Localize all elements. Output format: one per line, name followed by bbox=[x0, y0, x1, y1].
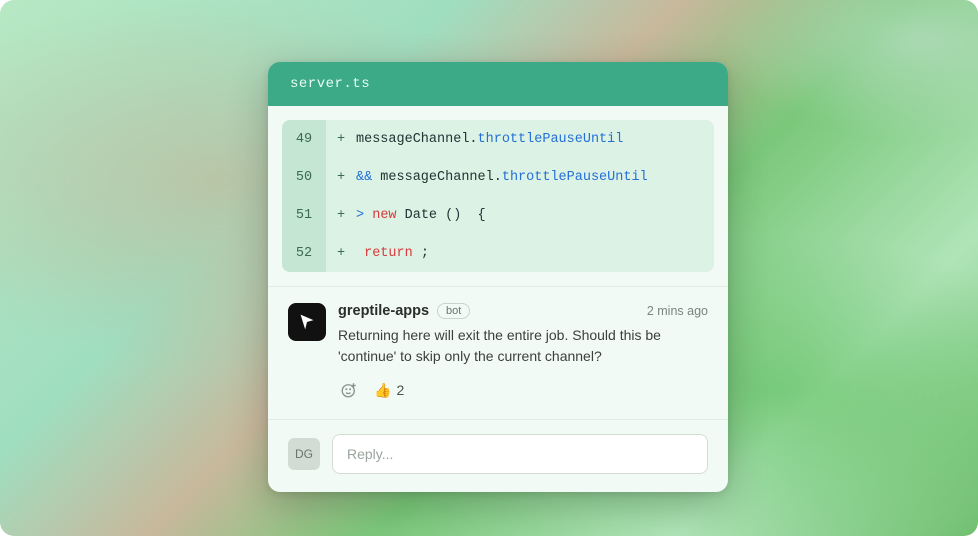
line-number: 51 bbox=[282, 196, 326, 234]
code-line[interactable]: 51+> new Date () { bbox=[282, 196, 714, 234]
diff-marker: + bbox=[326, 170, 356, 185]
card-header: server.ts bbox=[268, 62, 728, 106]
reaction-bar: 👍 2 bbox=[338, 379, 708, 401]
comment-author[interactable]: greptile-apps bbox=[338, 303, 429, 319]
reply-input[interactable] bbox=[332, 434, 708, 474]
comment-body: greptile-apps bot 2 mins ago Returning h… bbox=[338, 303, 708, 401]
code-line[interactable]: 49+messageChannel.throttlePauseUntil bbox=[282, 120, 714, 158]
code-review-card: server.ts 49+messageChannel.throttlePaus… bbox=[268, 62, 728, 492]
comment-timestamp: 2 mins ago bbox=[647, 304, 708, 318]
add-reaction-button[interactable] bbox=[338, 379, 360, 401]
author-avatar[interactable] bbox=[288, 303, 326, 341]
reply-section: DG bbox=[268, 419, 728, 492]
code-line[interactable]: 50+&& messageChannel.throttlePauseUntil bbox=[282, 158, 714, 196]
smiley-plus-icon bbox=[340, 381, 358, 399]
code-diff-block: 49+messageChannel.throttlePauseUntil50+&… bbox=[282, 120, 714, 272]
code-content: messageChannel.throttlePauseUntil bbox=[356, 132, 714, 147]
bot-badge: bot bbox=[437, 303, 470, 319]
diff-marker: + bbox=[326, 208, 356, 223]
reaction-thumbsup[interactable]: 👍 2 bbox=[374, 382, 404, 399]
code-content: > new Date () { bbox=[356, 208, 714, 223]
code-content: return ; bbox=[356, 246, 714, 261]
comment-text: Returning here will exit the entire job.… bbox=[338, 325, 708, 367]
diff-marker: + bbox=[326, 132, 356, 147]
filename: server.ts bbox=[290, 76, 370, 92]
greptile-logo-icon bbox=[296, 311, 318, 333]
line-number: 49 bbox=[282, 120, 326, 158]
code-content: && messageChannel.throttlePauseUntil bbox=[356, 170, 714, 185]
reaction-count: 2 bbox=[396, 382, 404, 398]
line-number: 52 bbox=[282, 234, 326, 272]
line-number: 50 bbox=[282, 158, 326, 196]
thumbsup-icon: 👍 bbox=[374, 382, 391, 399]
user-avatar[interactable]: DG bbox=[288, 438, 320, 470]
comment-header: greptile-apps bot 2 mins ago bbox=[338, 303, 708, 319]
diff-marker: + bbox=[326, 246, 356, 261]
code-line[interactable]: 52+ return ; bbox=[282, 234, 714, 272]
comment-section: greptile-apps bot 2 mins ago Returning h… bbox=[268, 286, 728, 419]
